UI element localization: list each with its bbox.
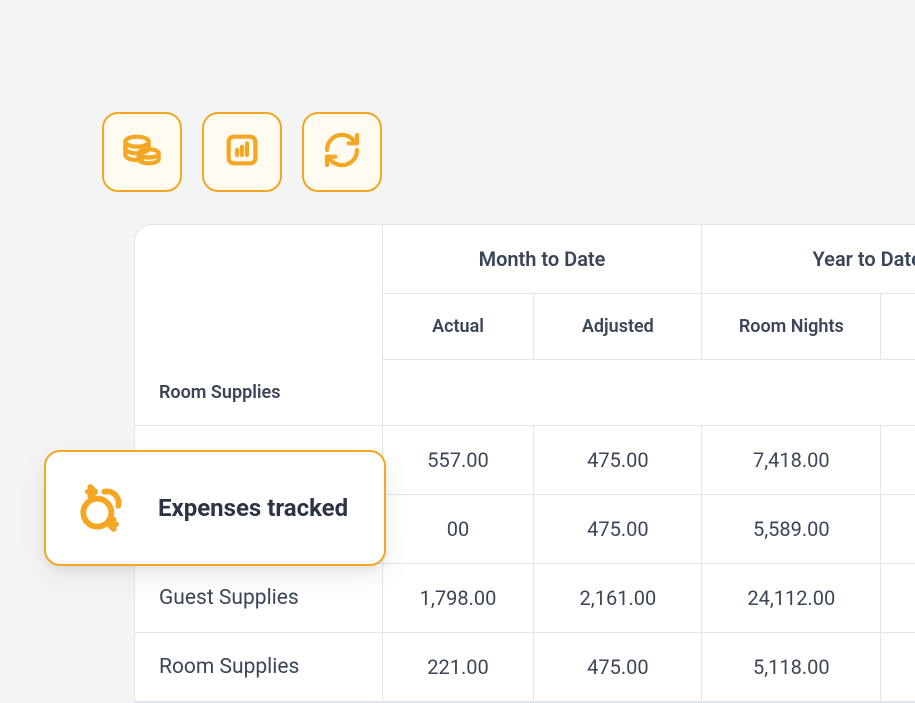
cell-room-nights: 5,118.00 [702,632,881,701]
cell-adjusted-mtd: 475.00 [534,632,702,701]
cell-room-nights: 24,112.00 [702,563,881,632]
cell-adjusted-mtd: 475.00 [534,494,702,563]
adjusted-mtd-header: Adjusted [534,294,702,360]
cell-adjusted-ytd: 25,3 [881,563,915,632]
table-row: Guest Supplies 1,798.00 2,161.00 24,112.… [135,563,915,632]
cell-room-nights: 7,418.00 [702,425,881,494]
toolbar [0,0,915,192]
ytd-header: Year to Date [702,225,915,294]
chart-button[interactable] [202,112,282,192]
row-label: Guest Supplies [135,563,382,632]
refresh-button[interactable] [302,112,382,192]
cell-adjusted-mtd: 475.00 [534,425,702,494]
cell-actual: 221.00 [382,632,534,701]
actual-header: Actual [382,294,534,360]
refresh-icon [322,130,362,174]
room-nights-header: Room Nights [702,294,881,360]
expenses-tracked-toast: Expenses tracked [44,450,386,566]
cell-adjusted-ytd: 5,72 [881,494,915,563]
category-header: Room Supplies [135,360,382,426]
coins-icon [122,130,162,174]
toast-label: Expenses tracked [158,494,348,522]
table-row: Room Supplies 221.00 475.00 5,118.00 5,5… [135,632,915,701]
cell-adjusted-ytd: 5,56 [881,632,915,701]
cell-room-nights: 5,589.00 [702,494,881,563]
cell-actual: 00 [382,494,534,563]
sync-circles-icon [74,480,130,536]
cell-adjusted-ytd: 5,514 [881,425,915,494]
bar-chart-icon [222,130,262,174]
cell-adjusted-mtd: 2,161.00 [534,563,702,632]
row-label: Room Supplies [135,632,382,701]
cell-actual: 557.00 [382,425,534,494]
adjusted-ytd-header: Adjusted [881,294,915,360]
cell-actual: 1,798.00 [382,563,534,632]
mtd-header: Month to Date [382,225,702,294]
coins-button[interactable] [102,112,182,192]
